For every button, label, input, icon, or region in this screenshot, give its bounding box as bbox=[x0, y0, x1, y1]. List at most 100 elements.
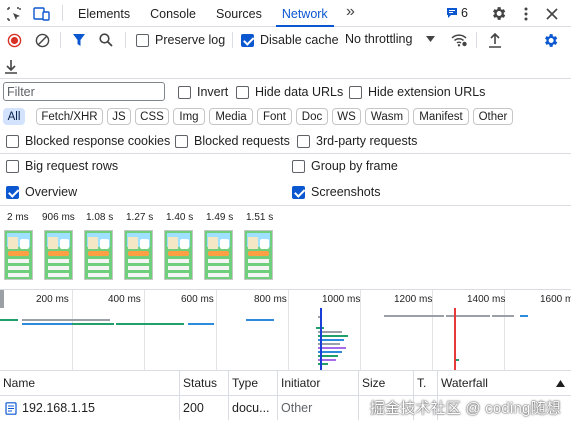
device-toolbar-icon[interactable] bbox=[33, 5, 50, 22]
group-by-frame-checkbox[interactable]: Group by frame bbox=[292, 159, 398, 173]
type-chip-doc[interactable]: Doc bbox=[296, 108, 328, 125]
blocked-requests-checkbox[interactable]: Blocked requests bbox=[175, 134, 290, 148]
timeline-request-bar bbox=[0, 319, 18, 321]
hide-extension-urls-checkbox[interactable]: Hide extension URLs bbox=[349, 85, 485, 99]
tab-label: Elements bbox=[78, 6, 131, 21]
overview-checkbox[interactable]: Overview bbox=[6, 185, 77, 199]
column-header-label: T. bbox=[417, 376, 427, 390]
column-header-type[interactable]: Type bbox=[229, 371, 278, 395]
network-settings-gear-icon[interactable] bbox=[541, 31, 559, 49]
type-chip-css[interactable]: CSS bbox=[135, 108, 169, 125]
column-header-label: Waterfall bbox=[441, 376, 488, 390]
type-chip-manifest[interactable]: Manifest bbox=[413, 108, 469, 125]
timeline-gridline bbox=[144, 290, 145, 370]
blocked-response-cookies-checkbox[interactable]: Blocked response cookies bbox=[6, 134, 170, 148]
request-name-cell[interactable]: 192.168.1.15 bbox=[0, 396, 180, 420]
tab-console[interactable]: Console bbox=[140, 0, 206, 27]
column-header-label: Size bbox=[362, 376, 386, 390]
filmstrip-frame[interactable] bbox=[204, 230, 233, 280]
type-chip-img[interactable]: Img bbox=[173, 108, 205, 125]
search-icon[interactable] bbox=[98, 32, 114, 48]
column-header-size[interactable]: Size bbox=[359, 371, 414, 395]
preserve-log-checkbox[interactable]: Preserve log bbox=[136, 33, 225, 47]
timeline-tick-label: 600 ms bbox=[181, 294, 214, 305]
type-chip-ws[interactable]: WS bbox=[332, 108, 361, 125]
filmstrip-frame[interactable] bbox=[124, 230, 153, 280]
filmstrip-time: 1.49 s bbox=[206, 212, 234, 223]
timeline-request-bar bbox=[318, 335, 348, 337]
third-party-requests-checkbox[interactable]: 3rd-party requests bbox=[297, 134, 417, 148]
filmstrip-frame[interactable] bbox=[244, 230, 273, 280]
filmstrip-time: 2 ms bbox=[7, 212, 29, 223]
checkbox-box[interactable] bbox=[292, 159, 305, 173]
tab-label: Sources bbox=[215, 6, 262, 21]
filter-funnel-icon[interactable] bbox=[71, 32, 87, 48]
toolbar-divider bbox=[232, 32, 233, 48]
tab-sources[interactable]: Sources bbox=[206, 0, 272, 27]
filmstrip-frame[interactable] bbox=[164, 230, 193, 280]
request-status-cell: 200 bbox=[180, 396, 229, 420]
timeline-request-bar bbox=[318, 347, 346, 349]
chevron-down-icon bbox=[426, 36, 436, 42]
column-header-waterfall[interactable]: Waterfall bbox=[438, 371, 571, 395]
checkbox-box[interactable] bbox=[297, 134, 310, 148]
hide-data-urls-checkbox[interactable]: Hide data URLs bbox=[236, 85, 343, 99]
record-stop-icon[interactable] bbox=[6, 32, 22, 48]
network-conditions-wifi-icon[interactable] bbox=[450, 31, 468, 49]
inspect-element-icon[interactable] bbox=[5, 5, 22, 22]
checkbox-box[interactable] bbox=[236, 85, 249, 99]
type-chip-other[interactable]: Other bbox=[473, 108, 513, 125]
column-header-label: Initiator bbox=[281, 376, 321, 390]
throttling-select[interactable]: No throttling bbox=[345, 32, 436, 46]
column-header-time[interactable]: T. bbox=[414, 371, 438, 395]
column-header-initiator[interactable]: Initiator bbox=[278, 371, 359, 395]
checkbox-box[interactable] bbox=[178, 85, 191, 99]
filmstrip-frame[interactable] bbox=[4, 230, 33, 280]
column-header-status[interactable]: Status bbox=[180, 371, 229, 395]
timeline-left-handle[interactable] bbox=[0, 290, 4, 308]
screenshots-checkbox[interactable]: Screenshots bbox=[292, 185, 380, 199]
column-header-label: Name bbox=[3, 376, 36, 390]
issues-badge[interactable]: 6 bbox=[446, 6, 468, 20]
type-chip-fetch-xhr[interactable]: Fetch/XHR bbox=[36, 108, 103, 125]
checkbox-box[interactable] bbox=[6, 134, 19, 148]
checkbox-box[interactable] bbox=[175, 134, 188, 148]
import-har-upload-icon[interactable] bbox=[486, 31, 504, 49]
filmstrip-frame[interactable] bbox=[84, 230, 113, 280]
filter-row: Invert Hide data URLs Hide extension URL… bbox=[0, 79, 571, 105]
tab-elements[interactable]: Elements bbox=[68, 0, 140, 27]
type-chip-all[interactable]: All bbox=[3, 108, 25, 125]
settings-gear-icon[interactable] bbox=[489, 4, 507, 22]
invert-checkbox[interactable]: Invert bbox=[178, 85, 228, 99]
timeline-request-bar bbox=[492, 315, 514, 317]
column-header-label: Status bbox=[183, 376, 218, 390]
column-header-label: Type bbox=[232, 376, 259, 390]
checkbox-box[interactable] bbox=[292, 185, 305, 199]
type-chip-media[interactable]: Media bbox=[209, 108, 253, 125]
column-header-name[interactable]: Name bbox=[0, 371, 180, 395]
resource-type-filter-bar: All Fetch/XHR JS CSS Img Media Font Doc … bbox=[0, 105, 571, 129]
filmstrip-frame[interactable] bbox=[44, 230, 73, 280]
close-devtools-icon[interactable] bbox=[543, 5, 560, 22]
filter-input[interactable] bbox=[3, 82, 165, 101]
disable-cache-checkbox[interactable]: Disable cache bbox=[241, 33, 339, 47]
checkbox-box[interactable] bbox=[136, 33, 149, 47]
more-tabs-button[interactable]: » bbox=[346, 3, 355, 21]
document-icon bbox=[5, 401, 17, 415]
type-chip-font[interactable]: Font bbox=[257, 108, 292, 125]
timeline-tick-label: 1000 ms bbox=[322, 294, 361, 305]
checkbox-box[interactable] bbox=[241, 33, 254, 47]
type-chip-js[interactable]: JS bbox=[107, 108, 131, 125]
checkbox-box[interactable] bbox=[6, 185, 19, 199]
checkbox-box[interactable] bbox=[349, 85, 362, 99]
more-options-icon[interactable] bbox=[519, 5, 533, 22]
export-har-download-icon[interactable] bbox=[3, 57, 19, 75]
clear-log-icon[interactable] bbox=[34, 32, 50, 48]
timeline-request-bar bbox=[188, 323, 214, 325]
big-request-rows-checkbox[interactable]: Big request rows bbox=[6, 159, 118, 173]
blocking-filter-row: Blocked response cookies Blocked request… bbox=[0, 129, 571, 154]
type-chip-wasm[interactable]: Wasm bbox=[365, 108, 409, 125]
checkbox-box[interactable] bbox=[6, 159, 19, 173]
tab-network[interactable]: Network bbox=[272, 0, 338, 27]
network-overview-timeline[interactable]: 200 ms 400 ms 600 ms 800 ms 1000 ms 1200… bbox=[0, 289, 571, 370]
